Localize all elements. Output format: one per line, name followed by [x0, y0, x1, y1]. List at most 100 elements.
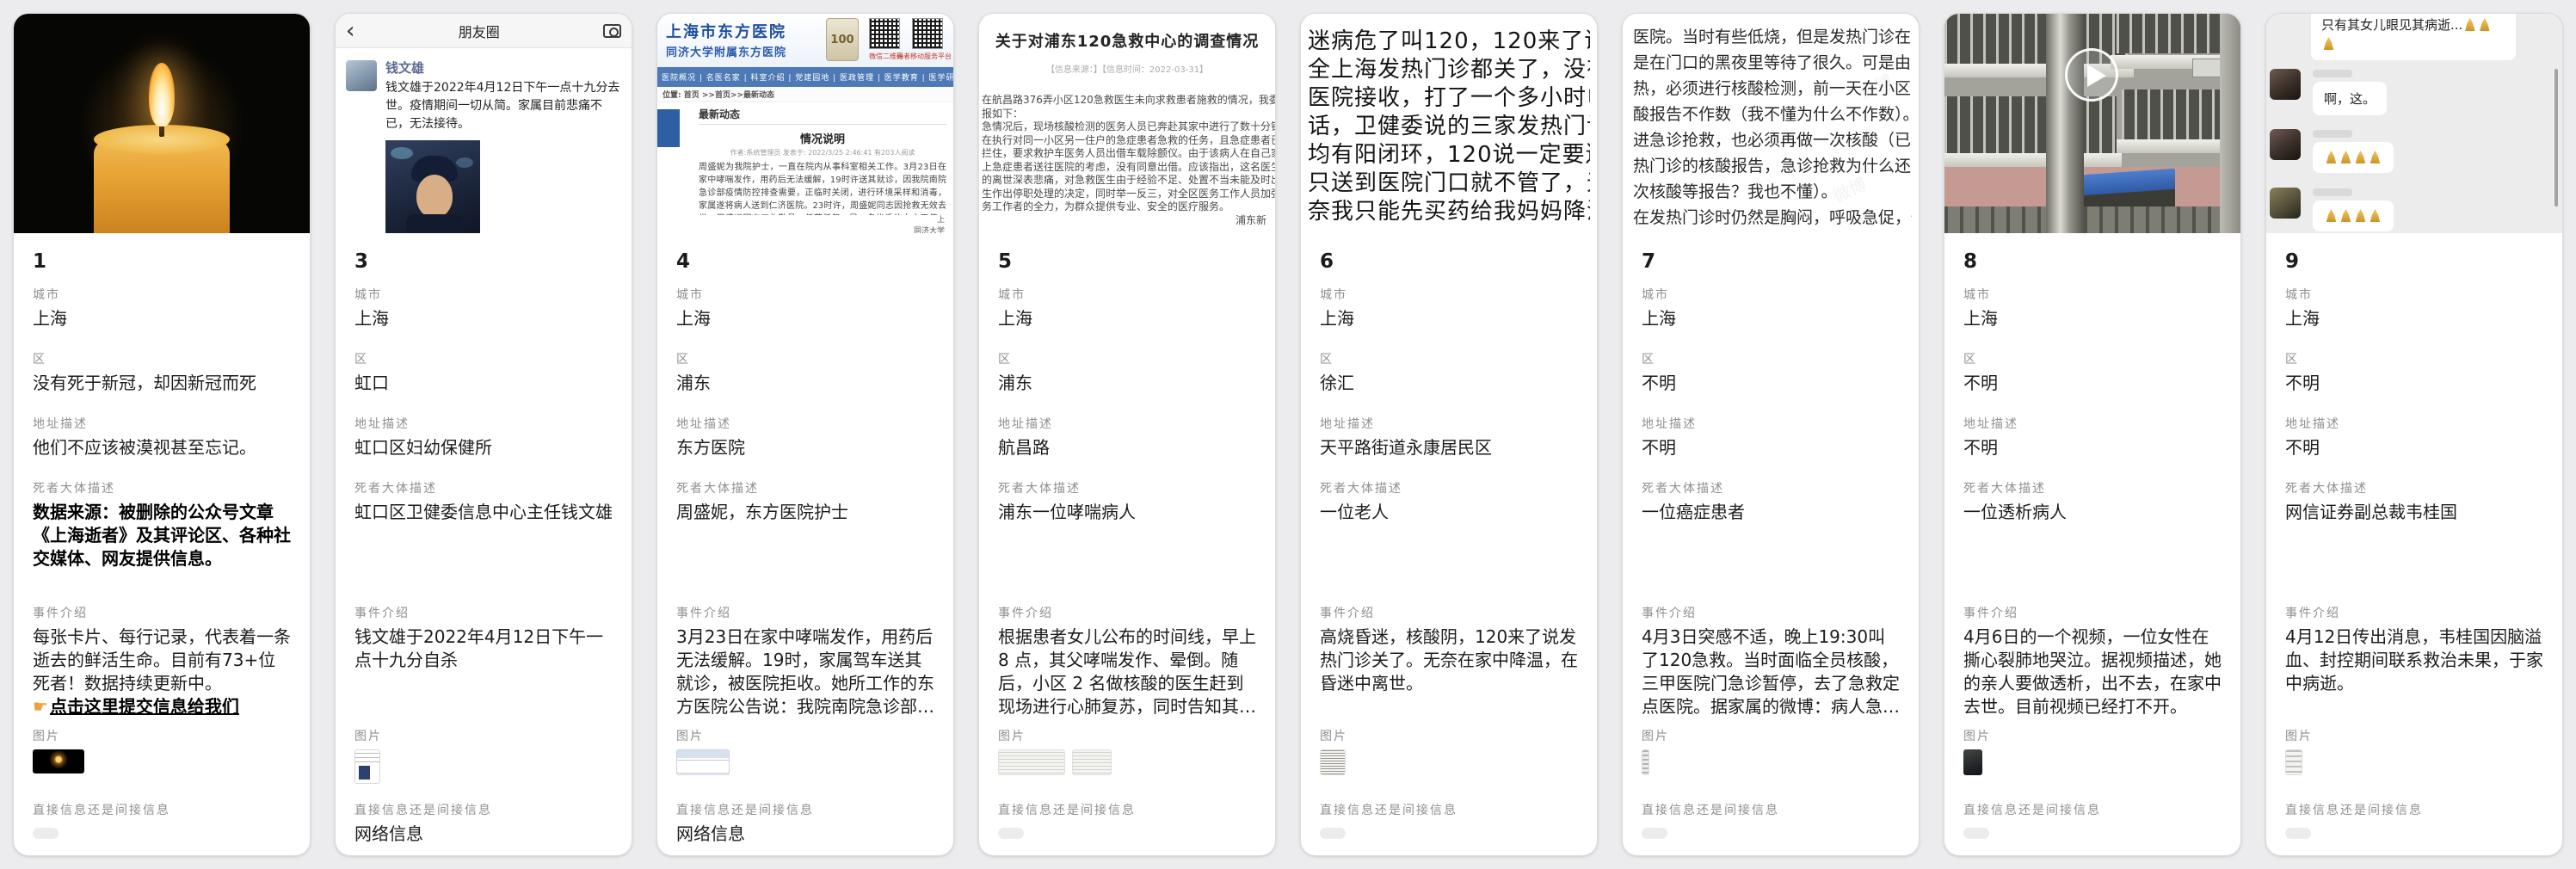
- attachment-thumbnail[interactable]: [1963, 749, 1982, 775]
- doc-line: 务工作者的全力，为群众提供专业、安全的医疗服务。: [982, 200, 1275, 214]
- district-value: 虹口: [354, 372, 613, 395]
- record-card-7[interactable]: 微博 微博 医院。当时有些低烧，但是发热门诊在消杀，于 是在门口的黑夜里等待了很…: [1622, 13, 1920, 856]
- attachment-thumbnail[interactable]: [354, 749, 380, 784]
- record-card-3[interactable]: ‹ 朋友圈 钱文雄 钱文雄于2022年4月12日下午一点十九分去世。疫情期间一切…: [335, 13, 632, 856]
- field-label-deceased: 死者大体描述: [33, 481, 291, 496]
- field-label-image: 图片: [2285, 729, 2543, 744]
- event-value: 根据患者女儿公布的时间线，早上 8 点，其父哮喘发作、晕倒。随后，小区 2 名做…: [998, 626, 1256, 718]
- field-label-address: 地址描述: [1642, 416, 1900, 432]
- record-card-5[interactable]: 关于对浦东120急救中心的调查情况 【信息来源：】【信息时间：2022-03-3…: [978, 13, 1276, 856]
- play-button-icon[interactable]: [2065, 48, 2118, 102]
- back-chevron-icon[interactable]: ‹: [346, 15, 354, 46]
- record-card-6[interactable]: 迷病危了叫120，120来了说 全上海发热门诊都关了，没有 医院接收，打了一个多…: [1300, 13, 1598, 856]
- field-label-image: 图片: [33, 729, 291, 744]
- notice-title: 情况说明: [699, 130, 946, 146]
- pray-hands-icon: [2479, 18, 2490, 31]
- submit-info-link[interactable]: ☛点击这里提交信息给我们: [33, 695, 291, 718]
- poster-name[interactable]: 钱文雄: [385, 60, 621, 77]
- empty-value-pill: [1320, 828, 1346, 839]
- redacted-username: [2313, 130, 2352, 138]
- card-image-investigation-doc[interactable]: 关于对浦东120急救中心的调查情况 【信息来源：】【信息时间：2022-03-3…: [979, 14, 1275, 233]
- attachment-thumbnail[interactable]: [998, 749, 1065, 775]
- moments-title: 朋友圈: [354, 21, 603, 41]
- field-label-address: 地址描述: [676, 416, 934, 432]
- chat-text: 只有其女儿眼见其病逝...: [2321, 17, 2462, 33]
- deceased-value: 浦东一位哮喘病人: [998, 501, 1256, 524]
- attachment-thumbnail[interactable]: [676, 749, 730, 775]
- field-label-image: 图片: [676, 729, 934, 744]
- field-label-address: 地址描述: [1963, 416, 2222, 432]
- avatar: [2270, 69, 2301, 100]
- field-label-address: 地址描述: [998, 416, 1256, 432]
- attachment-thumbnail[interactable]: [1642, 749, 1649, 775]
- card-image-chat-screenshot[interactable]: 只有其女儿眼见其病逝... 啊，这。: [2266, 14, 2562, 233]
- screenshot-text-line: 奈我只能先买药给我妈妈降温，: [1308, 198, 1590, 226]
- memorial-card-board: 1 城市 上海 区 没有死于新冠，却因新冠而死 地址描述 他们不应该被漠视甚至忘…: [0, 0, 2576, 869]
- field-label-deceased: 死者大体描述: [354, 481, 613, 496]
- record-card-9[interactable]: 只有其女儿眼见其病逝... 啊，这。 9 城市 上: [2265, 13, 2563, 856]
- field-label-direct: 直接信息还是间接信息: [1642, 803, 1900, 818]
- card-image-text-screenshot[interactable]: 迷病危了叫120，120来了说 全上海发热门诊都关了，没有 医院接收，打了一个多…: [1301, 14, 1597, 233]
- site-title: 上海市东方医院: [666, 20, 786, 42]
- redacted-username: [2313, 70, 2352, 77]
- screenshot-text-line: 迷病危了叫120，120来了说: [1308, 28, 1590, 56]
- field-label-event: 事件介绍: [2285, 606, 2543, 621]
- field-label-district: 区: [1963, 352, 2222, 367]
- card-number: 3: [354, 249, 613, 274]
- camera-icon[interactable]: [603, 24, 621, 38]
- card-image-text-screenshot[interactable]: 微博 微博 医院。当时有些低烧，但是发热门诊在消杀，于 是在门口的黑夜里等待了很…: [1623, 14, 1919, 233]
- site-nav-menu[interactable]: 医院概况 | 名医名家 | 科室介绍 | 党建园地 | 医政管理 | 医学教育 …: [657, 67, 953, 87]
- event-value: 4月6日的一个视频，一位女性在撕心裂肺地哭泣。据视频描述，她的亲人要做透析，出不…: [1963, 626, 2222, 718]
- card-image-candle[interactable]: [14, 14, 310, 233]
- qr-code: [869, 18, 900, 49]
- chat-bubble: [2313, 142, 2394, 173]
- pray-hands-icon: [2323, 37, 2334, 50]
- event-value: 高烧昏迷，核酸阴，120来了说发热门诊关了。无奈在家中降温，在昏迷中离世。: [1320, 626, 1578, 695]
- event-value: 3月23日在家中哮喘发作，用药后无法缓解。19时，家属驾车送其就诊，被医院拒收。…: [676, 626, 934, 718]
- card-number: 4: [676, 249, 934, 274]
- building-ledge: [1944, 153, 2122, 167]
- event-value: 钱文雄于2022年4月12日下午一点十九分自杀: [354, 626, 613, 672]
- city-value: 上海: [354, 307, 613, 330]
- field-label-city: 城市: [33, 287, 291, 303]
- notice-signature: 上: [699, 215, 946, 226]
- record-card-1[interactable]: 1 城市 上海 区 没有死于新冠，却因新冠而死 地址描述 他们不应该被漠视甚至忘…: [13, 13, 311, 856]
- screenshot-text-line: 医院接收，打了一个多小时电: [1308, 84, 1590, 113]
- address-value: 东方医院: [676, 436, 934, 459]
- empty-value-pill: [1963, 828, 1989, 839]
- field-label-city: 城市: [354, 287, 613, 303]
- record-card-4[interactable]: 上海市东方医院 同济大学附属东方医院 100 微信二维码 患者移动服务平台 医院…: [656, 13, 954, 856]
- empty-value-pill: [33, 828, 59, 839]
- field-label-deceased: 死者大体描述: [1963, 481, 2222, 496]
- field-label-event: 事件介绍: [998, 606, 1256, 621]
- post-photo[interactable]: [385, 140, 480, 233]
- field-label-city: 城市: [2285, 287, 2543, 303]
- scrollbar[interactable]: [2554, 69, 2558, 206]
- city-value: 上海: [2285, 307, 2543, 330]
- district-value: 浦东: [676, 372, 934, 395]
- deceased-value: 网信证券副总裁韦桂国: [2285, 501, 2543, 524]
- address-value: 虹口区妇幼保健所: [354, 436, 613, 459]
- card-number: 8: [1963, 249, 2222, 274]
- field-label-address: 地址描述: [1320, 416, 1578, 432]
- card-image-wechat-moments[interactable]: ‹ 朋友圈 钱文雄 钱文雄于2022年4月12日下午一点十九分去世。疫情期间一切…: [336, 14, 632, 233]
- attachment-thumbnail[interactable]: [1072, 749, 1112, 775]
- attachment-thumbnail[interactable]: [2285, 749, 2302, 775]
- card-image-hospital-site[interactable]: 上海市东方医院 同济大学附属东方医院 100 微信二维码 患者移动服务平台 医院…: [657, 14, 953, 233]
- field-label-address: 地址描述: [354, 416, 613, 432]
- qr-code: [912, 18, 943, 49]
- attachment-thumbnail[interactable]: [33, 749, 84, 773]
- foreground-pole: [2046, 14, 2084, 233]
- record-card-8[interactable]: 8 城市 上海 区 不明 地址描述 不明 死者大体描述 一位透析病人 事件介绍 …: [1944, 13, 2241, 856]
- deceased-value: 虹口区卫健委信息中心主任钱文雄: [354, 501, 613, 524]
- card-number: 5: [998, 249, 1256, 274]
- field-label-event: 事件介绍: [1642, 606, 1900, 621]
- address-value: 不明: [1642, 436, 1900, 459]
- attachment-thumbnail[interactable]: [1320, 749, 1346, 775]
- field-label-address: 地址描述: [2285, 416, 2543, 432]
- deceased-value: 一位透析病人: [1963, 501, 2222, 524]
- card-image-video-still[interactable]: [1944, 14, 2240, 233]
- field-label-city: 城市: [1320, 287, 1578, 303]
- chat-bubble: 啊，这。: [2313, 82, 2387, 115]
- district-value: 没有死于新冠，却因新冠而死: [33, 372, 291, 395]
